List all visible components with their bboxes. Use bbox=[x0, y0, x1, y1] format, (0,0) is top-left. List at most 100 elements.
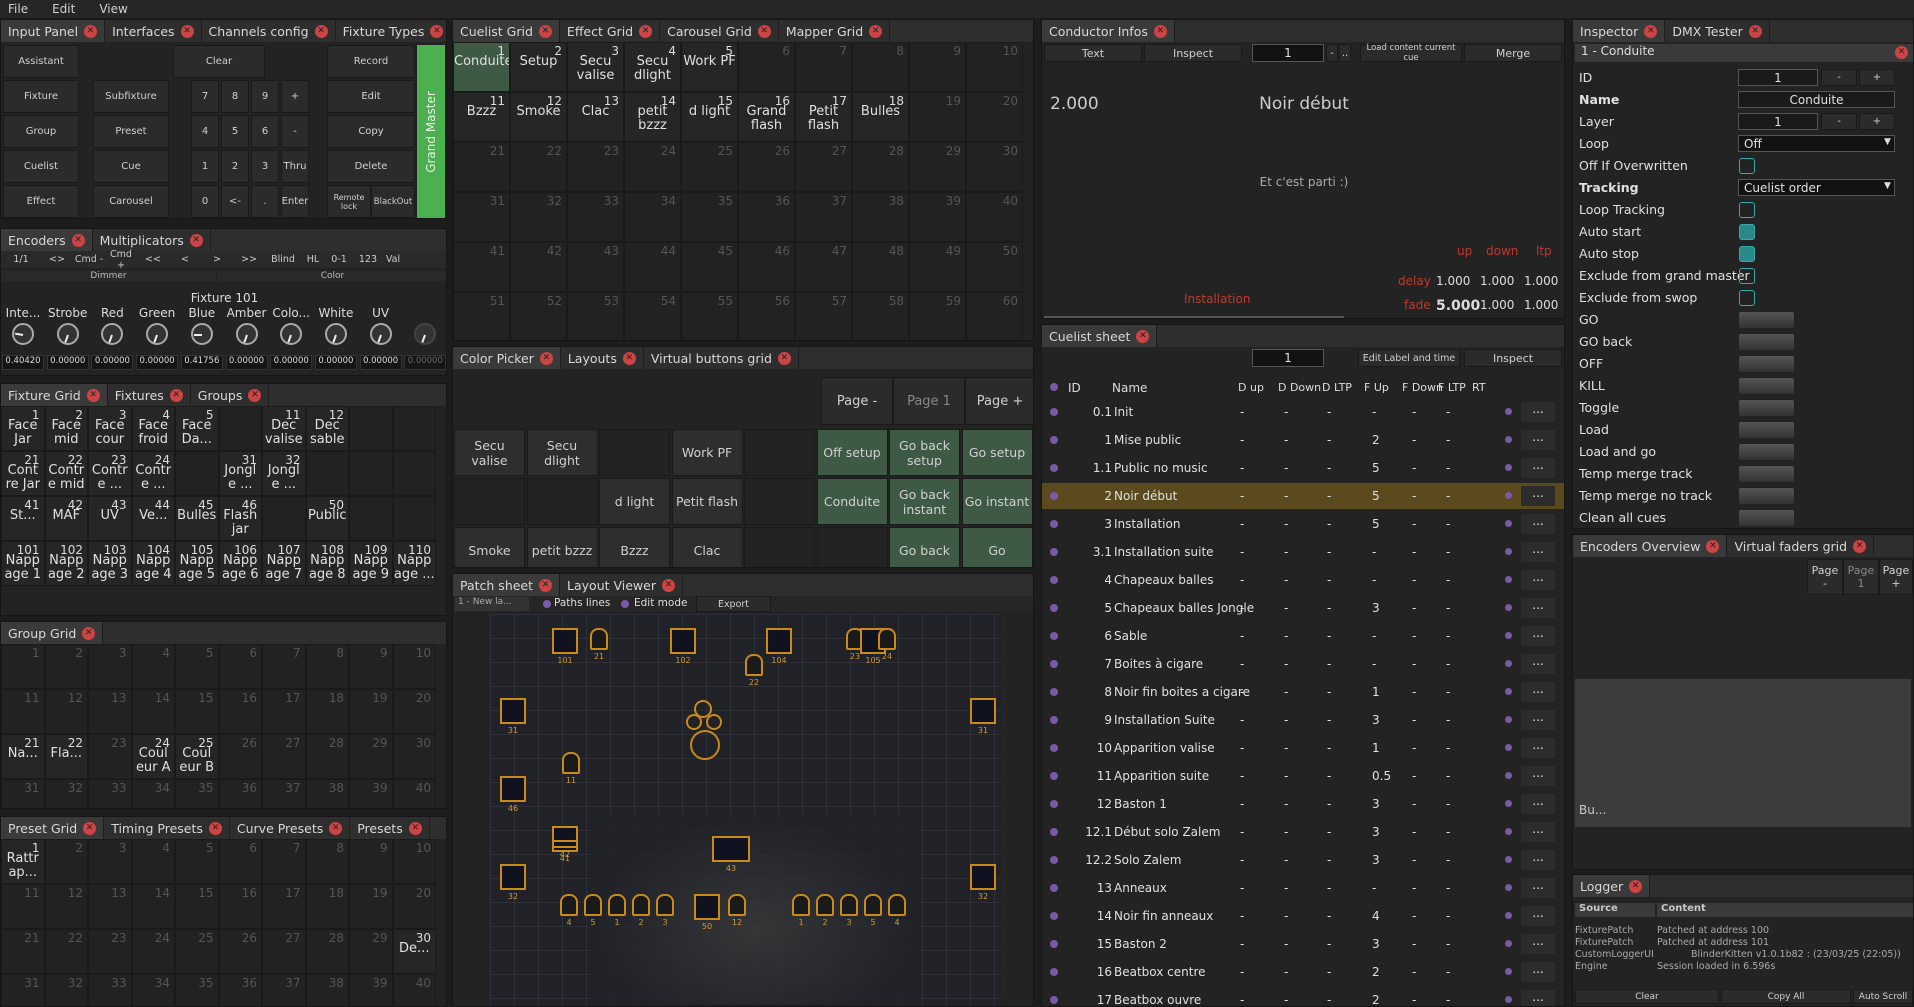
inspector-action-button[interactable] bbox=[1739, 444, 1794, 460]
grid-cell[interactable]: 27 bbox=[795, 142, 852, 192]
encoder-knob-icon[interactable] bbox=[280, 323, 303, 345]
encoder-value[interactable]: 0.40420 bbox=[2, 355, 44, 370]
virtual-button[interactable]: petit bzzz bbox=[526, 527, 598, 567]
input-btn-delete[interactable]: Delete bbox=[327, 150, 415, 183]
id-plus-button[interactable]: + bbox=[1859, 69, 1895, 86]
virtual-button[interactable]: Secu dlight bbox=[526, 429, 598, 476]
cue-row[interactable]: 0.1 Init - - - - - -... bbox=[1042, 399, 1564, 425]
encoder-bar-item[interactable]: << bbox=[137, 254, 169, 265]
grid-cell[interactable]: 11 Dec valise bbox=[262, 406, 306, 451]
virtual-button[interactable]: Go back instant bbox=[889, 478, 960, 525]
close-icon[interactable]: ✕ bbox=[869, 24, 883, 38]
grid-cell[interactable]: 14 petit bzzz bbox=[624, 92, 681, 142]
encoder-value[interactable]: 0.00000 bbox=[270, 355, 313, 370]
grid-cell[interactable] bbox=[392, 451, 436, 496]
keypad-key[interactable]: 3 bbox=[251, 150, 279, 183]
grid-cell[interactable] bbox=[305, 451, 349, 496]
cue-row[interactable]: 5 Chapeaux balles Jongle - - -3- -... bbox=[1042, 595, 1564, 621]
cue-more-button[interactable]: ... bbox=[1521, 822, 1555, 842]
page-minus-button[interactable]: Page - bbox=[821, 377, 893, 425]
input-btn-fixture[interactable]: Fixture bbox=[3, 80, 79, 113]
page-plus-button[interactable]: Page + bbox=[1879, 559, 1913, 595]
grid-cell[interactable]: 39 bbox=[909, 192, 966, 242]
encoder-knob-icon[interactable] bbox=[146, 323, 169, 345]
virtual-button[interactable] bbox=[744, 527, 815, 567]
grid-cell[interactable]: 107 Napp age 7 bbox=[262, 541, 306, 586]
grid-cell[interactable]: 52 bbox=[510, 292, 567, 340]
close-icon[interactable]: ✕ bbox=[777, 351, 791, 365]
tab-presets[interactable]: Presets ✕ bbox=[350, 817, 430, 839]
grid-cell[interactable] bbox=[392, 496, 436, 541]
cue-more-button[interactable]: ... bbox=[1521, 878, 1555, 898]
encoder-value[interactable]: 0.41756 bbox=[180, 355, 223, 370]
grid-cell[interactable]: 21 bbox=[453, 142, 510, 192]
keypad-key[interactable]: + bbox=[281, 80, 309, 113]
cue-go-dot-icon[interactable] bbox=[1050, 576, 1058, 584]
cue-row[interactable]: 12.1 Début solo Zalem - - - 3 - -... bbox=[1042, 819, 1564, 845]
cue-go-dot-icon[interactable] bbox=[1050, 912, 1058, 920]
grid-cell[interactable]: 34 bbox=[624, 192, 681, 242]
grid-cell[interactable]: 37 bbox=[262, 974, 306, 1006]
cue-go-dot-icon[interactable] bbox=[1050, 744, 1058, 752]
encoder-bar-item[interactable]: Blind bbox=[265, 254, 301, 265]
grid-cell[interactable]: 35 bbox=[175, 779, 219, 808]
fixture-icon[interactable] bbox=[552, 628, 578, 654]
cue-more-button[interactable]: ... bbox=[1521, 738, 1555, 758]
grid-cell[interactable]: 23 bbox=[88, 929, 132, 974]
edit-label-button[interactable]: Edit Label and time bbox=[1358, 349, 1460, 367]
input-btn-record[interactable]: Record bbox=[327, 45, 415, 78]
grid-cell[interactable]: 2 bbox=[44, 644, 88, 689]
cue-row[interactable]: 1 Mise public - - - 2 - -... bbox=[1042, 427, 1564, 453]
inspector-checkbox[interactable] bbox=[1739, 246, 1755, 262]
encoder-value[interactable]: 0.00000 bbox=[359, 355, 402, 370]
virtual-button[interactable] bbox=[599, 429, 670, 476]
grid-cell[interactable]: 1 Conduite bbox=[453, 42, 510, 92]
grid-cell[interactable]: 22 bbox=[510, 142, 567, 192]
cue-row[interactable]: 13 Anneaux - - - - - -... bbox=[1042, 875, 1564, 901]
cue-go-dot-icon[interactable] bbox=[1050, 492, 1058, 500]
cue-number-input[interactable]: 1 bbox=[1252, 44, 1324, 62]
cue-go-dot-icon[interactable] bbox=[1050, 688, 1058, 696]
grid-cell[interactable]: 31 Jongl e ... bbox=[218, 451, 262, 496]
grid-cell[interactable]: 39 bbox=[349, 779, 393, 808]
keypad-key[interactable]: 4 bbox=[191, 115, 219, 148]
cue-go-dot-icon[interactable] bbox=[1050, 940, 1058, 948]
grid-cell[interactable]: 42 MAF bbox=[44, 496, 88, 541]
grid-cell[interactable]: 41 St... bbox=[1, 496, 45, 541]
grid-cell[interactable]: 17 Petit flash bbox=[795, 92, 852, 142]
encoder-bar-item[interactable]: 0-1 bbox=[325, 254, 353, 265]
grid-cell[interactable]: 25 bbox=[175, 929, 219, 974]
grid-cell[interactable]: 24 bbox=[131, 929, 175, 974]
auto-scroll-button[interactable]: Auto Scroll bbox=[1853, 989, 1913, 1004]
grid-cell[interactable]: 34 bbox=[131, 974, 175, 1006]
encoder-bar-item[interactable]: > bbox=[201, 254, 233, 265]
text-button[interactable]: Text bbox=[1044, 44, 1142, 62]
grid-cell[interactable]: 17 bbox=[262, 884, 306, 929]
grid-cell[interactable]: 23 bbox=[567, 142, 624, 192]
cue-go-dot-icon[interactable] bbox=[1050, 660, 1058, 668]
keypad-key[interactable]: 6 bbox=[251, 115, 279, 148]
grid-cell[interactable]: 41 bbox=[453, 242, 510, 292]
virtual-button[interactable]: Clac bbox=[671, 527, 743, 567]
grid-cell[interactable]: 24 Contr e ... bbox=[131, 451, 175, 496]
virtual-button[interactable] bbox=[816, 527, 888, 567]
grid-cell[interactable]: 34 bbox=[131, 779, 175, 808]
grid-cell[interactable]: 14 bbox=[131, 884, 175, 929]
inspector-action-button[interactable] bbox=[1739, 356, 1794, 372]
fixture-icon[interactable] bbox=[878, 628, 896, 650]
grid-cell[interactable]: 1 Face Jar bbox=[1, 406, 45, 451]
fixture-icon[interactable] bbox=[560, 894, 578, 916]
grid-cell[interactable]: 22 bbox=[44, 929, 88, 974]
grid-cell[interactable] bbox=[349, 406, 393, 451]
merge-button[interactable]: Merge bbox=[1464, 44, 1562, 62]
layer-field[interactable]: 1 bbox=[1738, 113, 1818, 130]
keypad-key[interactable]: <- bbox=[221, 185, 249, 218]
close-icon[interactable]: ✕ bbox=[1153, 24, 1167, 38]
grid-cell[interactable]: 5 Work PF bbox=[681, 42, 738, 92]
encoder-bar-item[interactable]: Cmd - bbox=[73, 254, 105, 265]
grid-cell[interactable]: 22 Fla... bbox=[44, 734, 88, 779]
grid-cell[interactable]: 43 bbox=[567, 242, 624, 292]
inspector-action-button[interactable] bbox=[1739, 312, 1794, 328]
grid-cell[interactable]: 43 UV bbox=[88, 496, 132, 541]
grid-cell[interactable]: 33 bbox=[88, 779, 132, 808]
